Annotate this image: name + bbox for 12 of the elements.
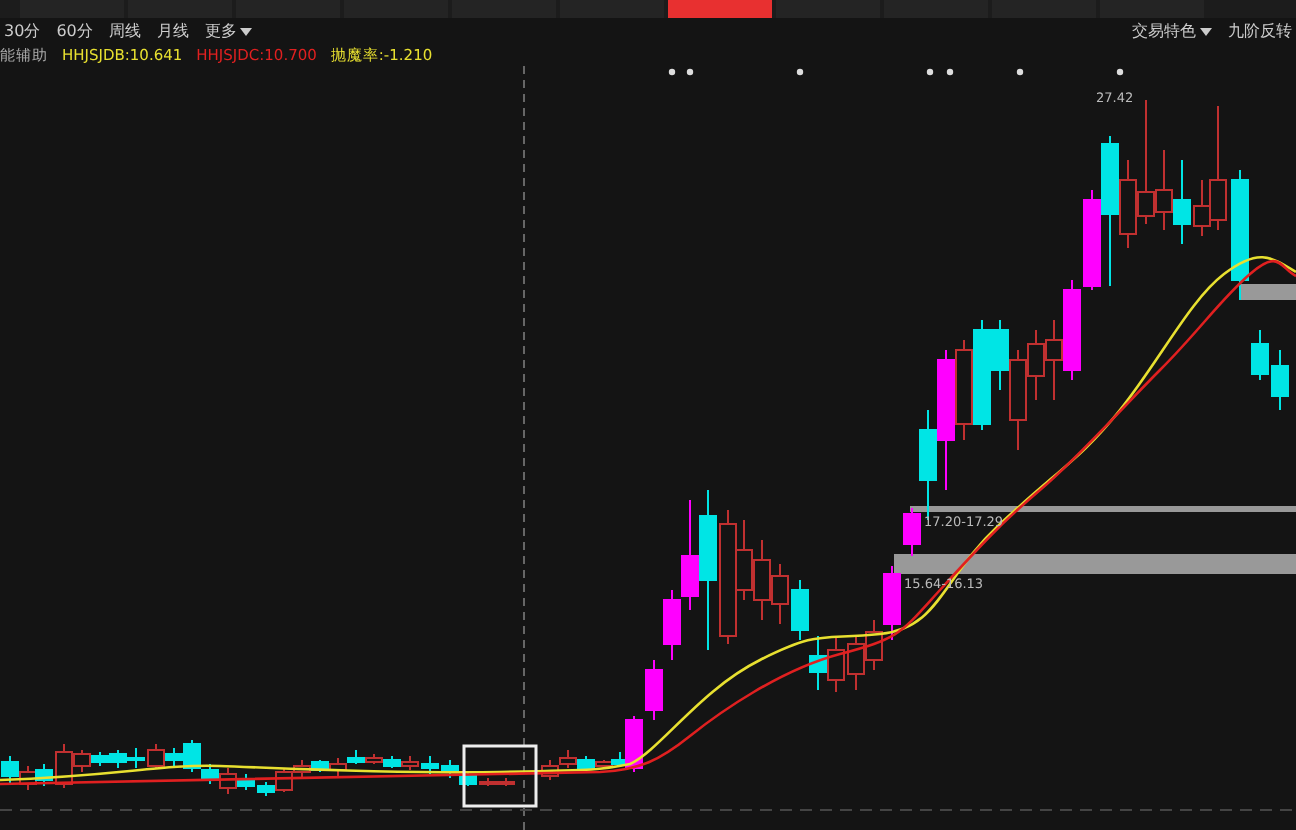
period-tab[interactable]: 月线 (156, 20, 189, 42)
period-tab[interactable]: 60分 (56, 20, 93, 42)
selection-frame (462, 744, 538, 808)
period-tab[interactable]: 30分 (4, 20, 41, 42)
more-menu[interactable]: 更多 (204, 20, 237, 42)
top-tab[interactable] (668, 0, 772, 18)
caret-icon (1200, 27, 1212, 35)
indicator-name[interactable]: 九阶反转 (1228, 20, 1292, 42)
period-tab[interactable]: 周线 (108, 20, 141, 42)
trade-feature-menu[interactable]: 交易特色 (1132, 20, 1196, 42)
caret-icon (240, 27, 253, 35)
price-zone-band (1240, 284, 1296, 300)
